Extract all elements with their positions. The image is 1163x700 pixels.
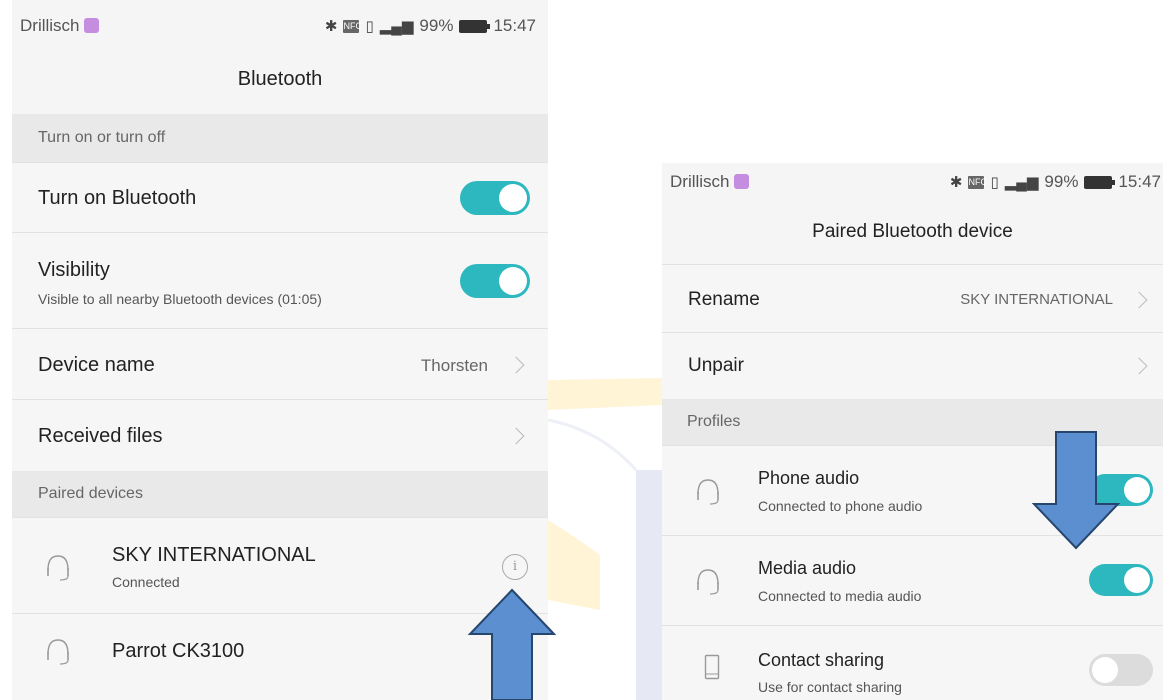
carrier-name: Drillisch	[20, 16, 80, 35]
profile-row[interactable]: Contact sharing Use for contact sharing	[662, 625, 1163, 700]
sim-badge-icon	[83, 18, 99, 33]
visibility-subtitle: Visible to all nearby Bluetooth devices …	[38, 291, 322, 307]
bluetooth-status-icon: ✱	[949, 174, 963, 191]
bluetooth-status-icon: ✱	[324, 18, 338, 35]
received-files-row[interactable]: Received files	[12, 399, 548, 471]
device-info-icon[interactable]: i	[502, 554, 528, 580]
page-title: Bluetooth	[237, 68, 323, 90]
received-files-label: Received files	[38, 425, 163, 447]
turn-on-bluetooth-row[interactable]: Turn on Bluetooth	[12, 162, 548, 232]
paired-device-status: Connected	[112, 574, 180, 590]
battery-percent: 99%	[419, 16, 454, 35]
up-arrow-annotation	[467, 588, 557, 700]
unpair-label: Unpair	[688, 355, 744, 376]
headset-icon	[697, 479, 719, 505]
paired-device-name: SKY INTERNATIONAL	[112, 544, 316, 566]
nfc-icon: NFC	[968, 175, 987, 189]
unpair-row[interactable]: Unpair	[662, 332, 1163, 399]
visibility-row[interactable]: Visibility Visible to all nearby Bluetoo…	[12, 232, 548, 328]
headset-icon	[47, 555, 69, 581]
bluetooth-toggle[interactable]	[460, 181, 530, 215]
vibrate-icon: ▯	[365, 18, 374, 35]
device-name-row[interactable]: Device name Thorsten	[12, 328, 548, 399]
rename-label: Rename	[688, 289, 760, 310]
visibility-toggle[interactable]	[460, 264, 530, 298]
section-header-toggle: Turn on or turn off	[12, 114, 548, 162]
profile-name: Media audio	[758, 558, 857, 578]
contact-sharing-toggle[interactable]	[1089, 654, 1153, 686]
profile-subtitle: Connected to phone audio	[758, 498, 923, 514]
down-arrow-annotation	[1031, 431, 1121, 550]
chevron-right-icon	[507, 427, 525, 445]
carrier-name: Drillisch	[670, 172, 730, 191]
page-title: Paired Bluetooth device	[812, 221, 1013, 242]
profile-name: Phone audio	[758, 468, 860, 488]
signal-icon: ▂▄▆	[1004, 174, 1039, 191]
chevron-right-icon	[507, 356, 525, 374]
section-header-paired: Paired devices	[12, 471, 548, 517]
battery-percent: 99%	[1044, 172, 1079, 191]
device-name-label: Device name	[38, 354, 155, 376]
clock: 15:47	[493, 16, 536, 35]
vibrate-icon: ▯	[990, 174, 999, 191]
sim-badge-icon	[733, 174, 749, 189]
turn-on-bluetooth-label: Turn on Bluetooth	[38, 187, 197, 209]
paired-device-name: Parrot CK3100	[112, 640, 245, 662]
signal-icon: ▂▄▆	[379, 18, 414, 35]
phone-icon	[704, 654, 720, 680]
profile-name: Contact sharing	[758, 650, 885, 670]
rename-row[interactable]: Rename SKY INTERNATIONAL	[662, 264, 1163, 332]
profile-subtitle: Use for contact sharing	[758, 679, 902, 695]
profile-subtitle: Connected to media audio	[758, 588, 922, 604]
chevron-right-icon	[1130, 357, 1148, 375]
status-bar: Drillisch ✱ NFC ▯ ▂▄▆ 99% 15:47	[662, 163, 1163, 203]
media-audio-toggle[interactable]	[1089, 564, 1153, 596]
clock: 15:47	[1118, 172, 1161, 191]
headset-icon	[697, 569, 719, 595]
chevron-right-icon	[1130, 291, 1148, 309]
battery-icon	[459, 19, 491, 33]
visibility-label: Visibility	[38, 259, 110, 281]
device-name-value: Thorsten	[420, 356, 488, 375]
status-bar: Drillisch ✱ NFC ▯ ▂▄▆ 99% 15:47	[12, 0, 548, 50]
battery-icon	[1084, 175, 1116, 189]
rename-value: SKY INTERNATIONAL	[960, 291, 1113, 308]
nfc-icon: NFC	[343, 19, 362, 33]
headset-icon	[47, 639, 69, 665]
